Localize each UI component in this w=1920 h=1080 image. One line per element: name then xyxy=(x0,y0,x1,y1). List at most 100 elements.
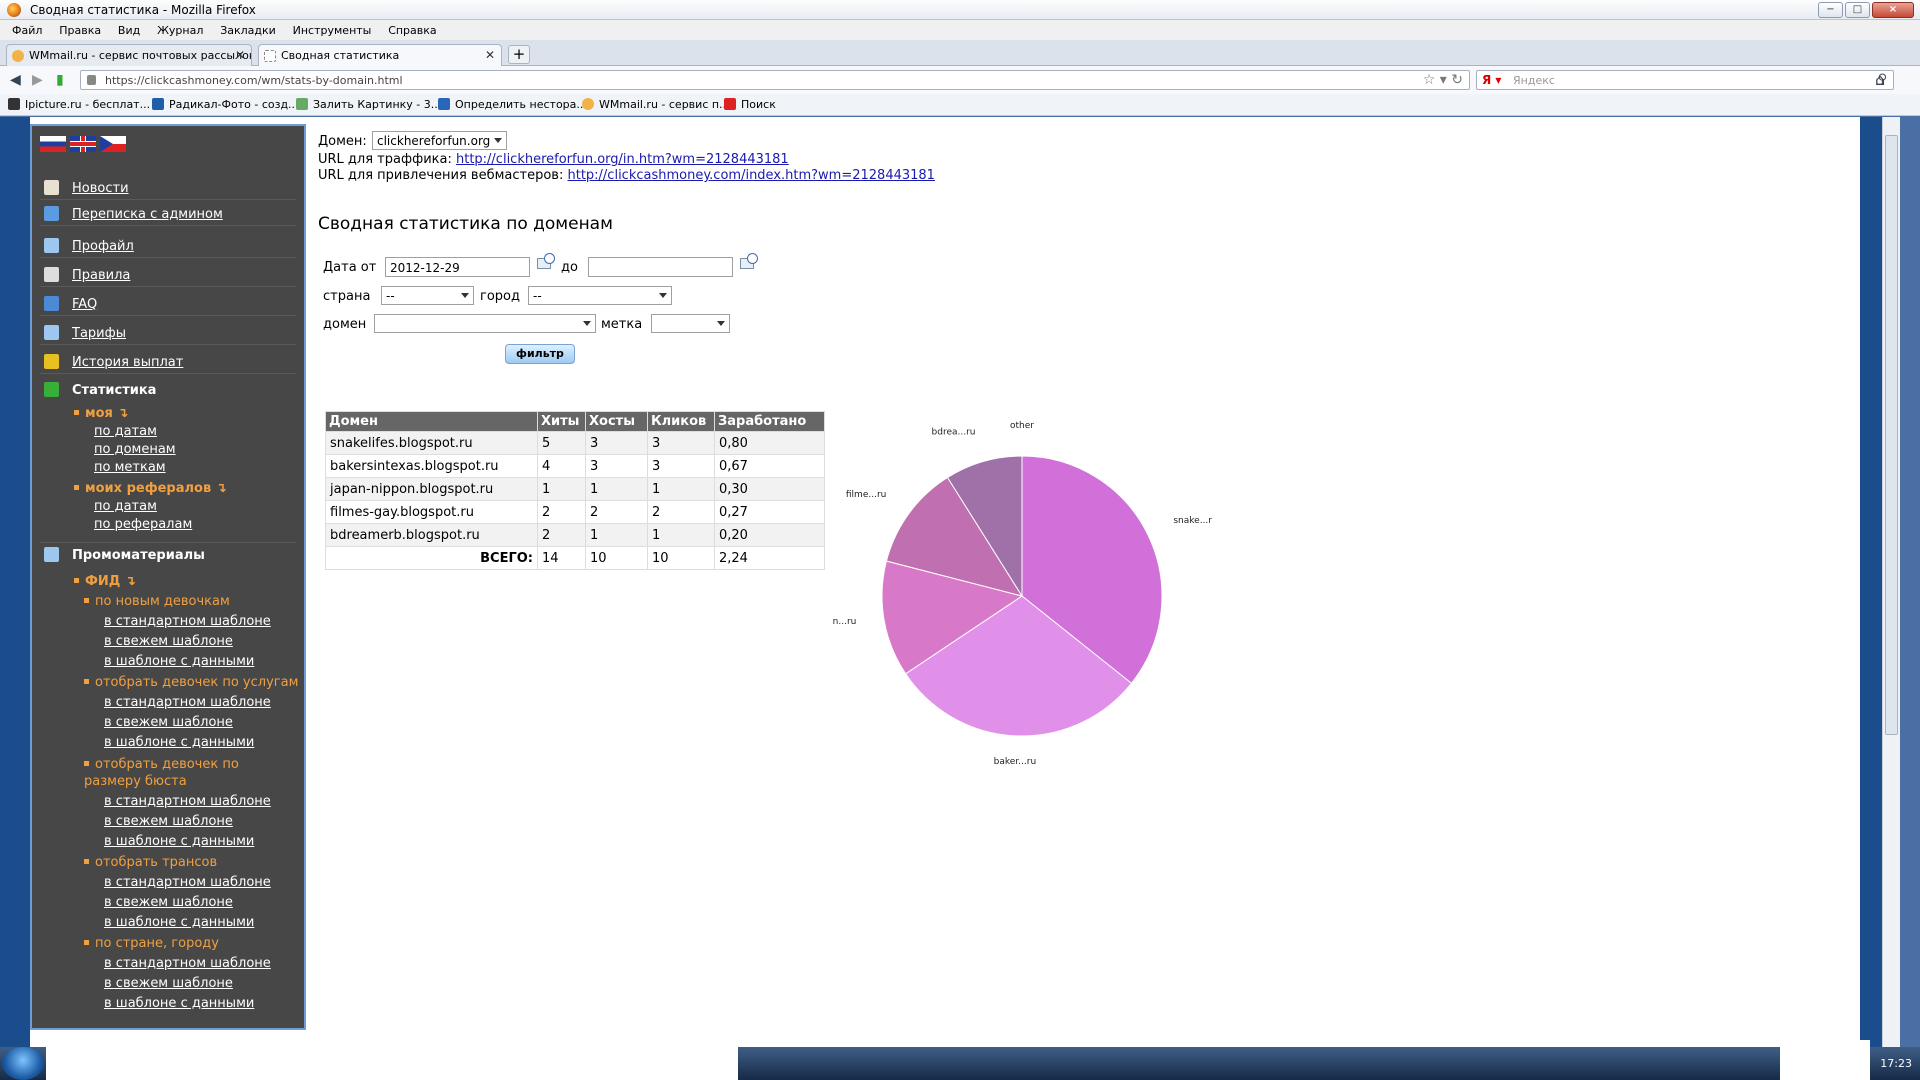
bookmark-item[interactable]: Поиск xyxy=(724,98,776,111)
domain-select[interactable]: clickhereforfun.org xyxy=(372,131,507,150)
menu-bookmarks[interactable]: Закладки xyxy=(220,24,276,37)
table-cell: japan-nippon.blogspot.ru xyxy=(325,477,538,501)
close-tab-icon[interactable]: ✕ xyxy=(235,48,245,62)
country-select[interactable]: -- xyxy=(381,286,474,305)
stats-ref-by-referral-link[interactable]: по рефералам xyxy=(94,517,192,532)
city-select[interactable]: -- xyxy=(528,286,672,305)
bookmark-star-icon[interactable]: ☆ ▾ ↻ xyxy=(1423,72,1463,88)
search-input[interactable]: Яндекс xyxy=(1513,74,1555,87)
close-button[interactable]: × xyxy=(1872,2,1914,18)
traffic-url-link[interactable]: http://clickhereforfun.org/in.htm?wm=212… xyxy=(456,152,789,167)
czech-flag-icon[interactable] xyxy=(100,136,126,152)
sidebar-item-messages[interactable]: Переписка с админом xyxy=(40,202,296,226)
menu-edit[interactable]: Правка xyxy=(59,24,101,37)
filter-button[interactable]: фильтр xyxy=(505,344,575,364)
feed-link[interactable]: в шаблоне с данными xyxy=(104,834,254,849)
maximize-button[interactable]: □ xyxy=(1845,2,1870,18)
sidebar-item-payouts[interactable]: История выплат xyxy=(40,350,296,374)
feed-link[interactable]: в стандартном шаблоне xyxy=(104,614,271,629)
menu-tools[interactable]: Инструменты xyxy=(293,24,372,37)
vertical-scrollbar[interactable] xyxy=(1882,117,1900,1047)
domain-select-value: clickhereforfun.org xyxy=(377,134,491,148)
feed-link[interactable]: в свежем шаблоне xyxy=(104,976,233,991)
feed-link[interactable]: в свежем шаблоне xyxy=(104,715,233,730)
feed-group-label: по стране, городу xyxy=(84,936,219,951)
russian-flag-icon[interactable] xyxy=(40,136,66,152)
feed-link[interactable]: в стандартном шаблоне xyxy=(104,695,271,710)
menu-view[interactable]: Вид xyxy=(118,24,140,37)
domain-filter-select[interactable] xyxy=(374,314,596,333)
back-icon[interactable]: ◀ xyxy=(10,72,21,88)
stats-my-by-domain-link[interactable]: по доменам xyxy=(94,442,176,457)
tab-label: WMmail.ru - сервис почтовых рассылок... xyxy=(29,49,252,62)
pie-label: snake...ru xyxy=(1173,516,1212,526)
feed-link[interactable]: в шаблоне с данными xyxy=(104,996,254,1011)
address-bar[interactable]: https://clickcashmoney.com/wm/stats-by-d… xyxy=(80,70,1470,90)
yandex-icon: Я ▾ xyxy=(1482,73,1502,87)
start-button[interactable] xyxy=(2,1047,44,1080)
bookmark-item[interactable]: Радикал-Фото - созд... xyxy=(152,98,299,111)
table-cell: snakelifes.blogspot.ru xyxy=(325,431,538,455)
date-to-input[interactable] xyxy=(588,257,733,277)
calendar-icon[interactable] xyxy=(537,253,557,271)
menu-file[interactable]: Файл xyxy=(12,24,42,37)
close-tab-icon[interactable]: ✕ xyxy=(485,48,495,62)
date-from-label: Дата от xyxy=(323,260,377,275)
window-titlebar: Сводная статистика - Mozilla Firefox − □… xyxy=(0,0,1920,20)
feed-link[interactable]: в стандартном шаблоне xyxy=(104,875,271,890)
menu-help[interactable]: Справка xyxy=(388,24,436,37)
feed-link[interactable]: в стандартном шаблоне xyxy=(104,794,271,809)
sidebar-item-profile[interactable]: Профайл xyxy=(40,234,296,258)
feed-link[interactable]: в свежем шаблоне xyxy=(104,634,233,649)
document-icon xyxy=(44,267,59,282)
pie-label: japan...ru xyxy=(832,617,856,627)
sidebar-item-rules[interactable]: Правила xyxy=(40,263,296,287)
stats-my-by-date-link[interactable]: по датам xyxy=(94,424,157,439)
tag-select[interactable] xyxy=(651,314,730,333)
column-header: Хосты xyxy=(585,411,648,432)
stats-my-by-tag-link[interactable]: по меткам xyxy=(94,460,166,475)
traffic-url-line: URL для траффика: http://clickhereforfun… xyxy=(318,152,789,167)
dropdown-arrow-icon xyxy=(494,138,502,143)
feed-header: ФИД ↴ xyxy=(74,574,136,589)
table-cell: 1 xyxy=(585,523,648,547)
feed-link[interactable]: в свежем шаблоне xyxy=(104,895,233,910)
minimize-button[interactable]: − xyxy=(1818,2,1843,18)
sidebar-item-tariffs[interactable]: Тарифы xyxy=(40,321,296,345)
forward-icon[interactable]: ▶ xyxy=(32,72,43,88)
new-tab-button[interactable]: + xyxy=(508,45,530,64)
dropdown-arrow-icon xyxy=(583,321,591,326)
calendar-icon[interactable] xyxy=(740,253,760,271)
table-row: bakersintexas.blogspot.ru 4 3 3 0,67 xyxy=(325,454,825,478)
uk-flag-icon[interactable] xyxy=(70,136,96,152)
stats-ref-by-date-link[interactable]: по датам xyxy=(94,499,157,514)
language-flags xyxy=(40,136,126,152)
address-input[interactable]: https://clickcashmoney.com/wm/stats-by-d… xyxy=(105,74,403,87)
search-box[interactable]: Я ▾ Яндекс ⚲ xyxy=(1476,70,1894,90)
feed-link[interactable]: в шаблоне с данными xyxy=(104,735,254,750)
menu-history[interactable]: Журнал xyxy=(157,24,203,37)
feed-link[interactable]: в шаблоне с данными xyxy=(104,654,254,669)
table-total-row: ВСЕГО: 14 10 10 2,24 xyxy=(325,546,825,570)
sidebar-item-faq[interactable]: FAQ xyxy=(40,292,296,316)
stats-my-header: моя ↴ xyxy=(74,406,128,421)
bookmark-item[interactable]: Определить нестора... xyxy=(438,98,587,111)
feed-link[interactable]: в свежем шаблоне xyxy=(104,814,233,829)
lock-icon xyxy=(87,75,96,85)
bookmark-item[interactable]: Залить Картинку - 3... xyxy=(296,98,441,111)
bookmark-item[interactable]: WMmail.ru - сервис п... xyxy=(582,98,730,111)
table-cell: filmes-gay.blogspot.ru xyxy=(325,500,538,524)
column-header: Заработано xyxy=(714,411,825,432)
feed-link[interactable]: в шаблоне с данными xyxy=(104,915,254,930)
home-icon[interactable]: ⌂ xyxy=(1875,70,1885,89)
domain-pie-chart: snake...ru baker...ru japan...ru filme...ru… xyxy=(832,421,1212,767)
sidebar-item-news[interactable]: Новости xyxy=(40,176,296,200)
webmaster-url-link[interactable]: http://clickcashmoney.com/index.htm?wm=2… xyxy=(567,168,934,183)
tab-wmmail[interactable]: WMmail.ru - сервис почтовых рассылок... … xyxy=(6,44,252,66)
scrollbar-thumb[interactable] xyxy=(1885,135,1898,735)
bookmark-item[interactable]: Ipicture.ru - бесплат... xyxy=(8,98,150,111)
feed-link[interactable]: в стандартном шаблоне xyxy=(104,956,271,971)
date-from-input[interactable]: 2012-12-29 xyxy=(385,257,530,277)
table-cell: 2 xyxy=(647,500,715,524)
tab-stats[interactable]: Сводная статистика ✕ xyxy=(258,44,502,66)
